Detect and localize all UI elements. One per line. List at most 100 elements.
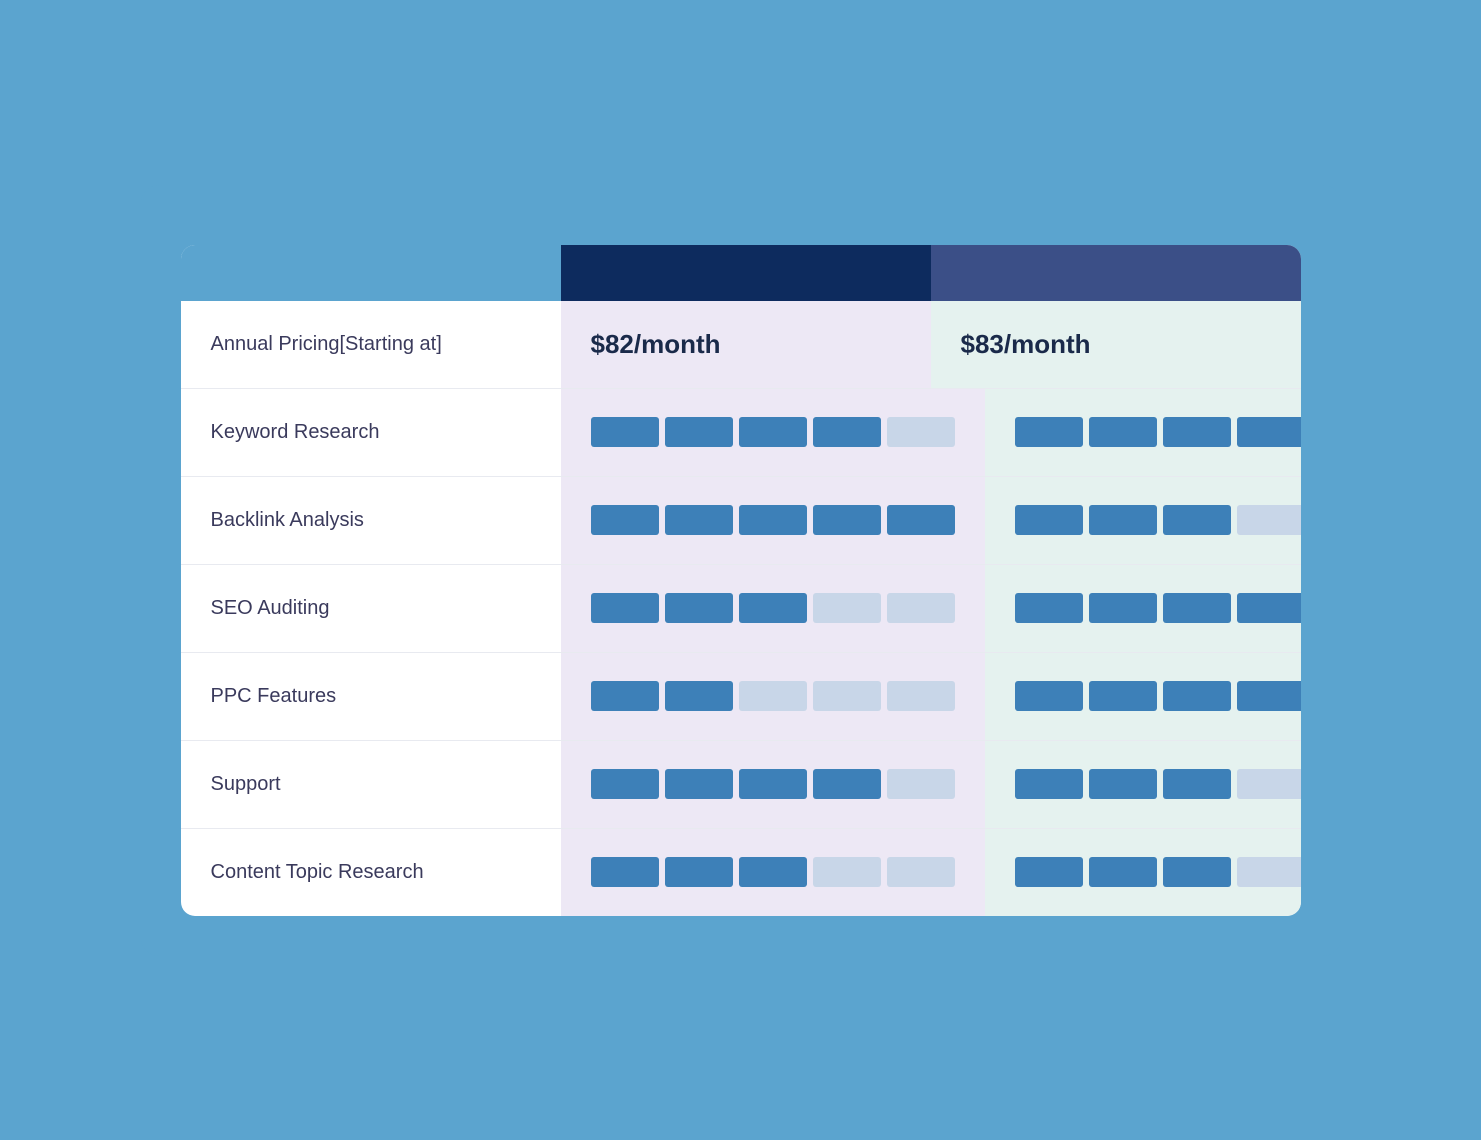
bar-empty-seg — [813, 681, 881, 711]
row-label-4: PPC Features — [181, 653, 561, 740]
bar-filled-seg — [1015, 417, 1083, 447]
bar-filled-seg — [1163, 593, 1231, 623]
ahrefs-cell-4 — [561, 653, 985, 740]
row-label-5: Support — [181, 741, 561, 828]
table-row: Annual Pricing[Starting at] $82/month $83/… — [181, 301, 1301, 389]
bar-group — [1015, 505, 1301, 535]
bar-filled-seg — [591, 857, 659, 887]
bar-filled-seg — [1163, 681, 1231, 711]
bar-filled-seg — [591, 593, 659, 623]
bar-empty-seg — [1237, 769, 1301, 799]
bar-filled-seg — [591, 681, 659, 711]
bar-filled-seg — [813, 417, 881, 447]
row-label-text: PPC Features — [211, 685, 337, 708]
ahrefs-cell-2 — [561, 477, 985, 564]
bar-group — [591, 505, 955, 535]
bar-empty-seg — [739, 681, 807, 711]
row-label-1: Keyword Research — [181, 389, 561, 476]
row-label-3: SEO Auditing — [181, 565, 561, 652]
bar-filled-seg — [665, 505, 733, 535]
bar-filled-seg — [591, 505, 659, 535]
table-row: PPC Features — [181, 653, 1301, 741]
row-label-6: Content Topic Research — [181, 829, 561, 916]
semrush-header — [931, 245, 1301, 301]
outer-container: Annual Pricing[Starting at] $82/month $83/… — [141, 185, 1341, 956]
bar-group — [591, 769, 955, 799]
table-row: Backlink Analysis — [181, 477, 1301, 565]
table-row: Keyword Research — [181, 389, 1301, 477]
bar-filled-seg — [591, 417, 659, 447]
bar-empty-seg — [887, 857, 955, 887]
ahrefs-cell-1 — [561, 389, 985, 476]
row-label-text: Content Topic Research — [211, 861, 424, 884]
bar-filled-seg — [665, 769, 733, 799]
semrush-cell-4 — [985, 653, 1301, 740]
bar-group — [1015, 857, 1301, 887]
row-label-0: Annual Pricing[Starting at] — [181, 301, 561, 388]
ahrefs-cell-6 — [561, 829, 985, 916]
ahrefs-cell-5 — [561, 741, 985, 828]
table-row: Support — [181, 741, 1301, 829]
bar-filled-seg — [1237, 593, 1301, 623]
bar-filled-seg — [887, 505, 955, 535]
bar-group — [1015, 769, 1301, 799]
header-spacer — [181, 245, 561, 301]
bar-filled-seg — [1163, 857, 1231, 887]
bar-empty-seg — [887, 593, 955, 623]
row-label-text: [Starting at] — [339, 333, 441, 356]
table-header — [181, 245, 1301, 301]
table-row: Content Topic Research — [181, 829, 1301, 916]
semrush-cell-6 — [985, 829, 1301, 916]
bar-empty-seg — [887, 417, 955, 447]
row-label-2: Backlink Analysis — [181, 477, 561, 564]
ahrefs-price: $82/month — [591, 329, 721, 360]
semrush-cell-2 — [985, 477, 1301, 564]
bar-filled-seg — [1015, 769, 1083, 799]
comparison-table: Annual Pricing[Starting at] $82/month $83/… — [181, 245, 1301, 916]
table-body: Annual Pricing[Starting at] $82/month $83/… — [181, 301, 1301, 916]
ahrefs-cell-3 — [561, 565, 985, 652]
bar-group — [591, 857, 955, 887]
bar-filled-seg — [739, 593, 807, 623]
bar-empty-seg — [1237, 505, 1301, 535]
row-label-text: SEO Auditing — [211, 597, 330, 620]
bar-empty-seg — [813, 857, 881, 887]
bar-filled-seg — [665, 681, 733, 711]
bar-group — [591, 593, 955, 623]
bar-filled-seg — [1015, 505, 1083, 535]
bar-filled-seg — [1089, 769, 1157, 799]
ahrefs-header — [561, 245, 931, 301]
bar-filled-seg — [1163, 417, 1231, 447]
bar-filled-seg — [813, 505, 881, 535]
semrush-cell-0: $83/month — [931, 301, 1301, 388]
bar-group — [591, 681, 955, 711]
bar-filled-seg — [1089, 417, 1157, 447]
bar-filled-seg — [813, 769, 881, 799]
bar-empty-seg — [813, 593, 881, 623]
bar-filled-seg — [739, 857, 807, 887]
bar-filled-seg — [1089, 593, 1157, 623]
row-label-text: Annual Pricing — [211, 333, 340, 356]
ahrefs-cell-0: $82/month — [561, 301, 931, 388]
bar-filled-seg — [1237, 417, 1301, 447]
bar-filled-seg — [1015, 593, 1083, 623]
bar-empty-seg — [887, 769, 955, 799]
bar-group — [1015, 593, 1301, 623]
semrush-cell-1 — [985, 389, 1301, 476]
bar-group — [1015, 417, 1301, 447]
bar-filled-seg — [1015, 681, 1083, 711]
bar-filled-seg — [739, 769, 807, 799]
row-label-text: Support — [211, 773, 281, 796]
semrush-price: $83/month — [961, 329, 1091, 360]
table-row: SEO Auditing — [181, 565, 1301, 653]
bar-filled-seg — [739, 505, 807, 535]
bar-filled-seg — [665, 593, 733, 623]
semrush-cell-5 — [985, 741, 1301, 828]
bar-filled-seg — [1237, 681, 1301, 711]
bar-filled-seg — [665, 857, 733, 887]
bar-filled-seg — [1163, 505, 1231, 535]
bar-filled-seg — [665, 417, 733, 447]
bar-empty-seg — [887, 681, 955, 711]
bar-filled-seg — [1089, 505, 1157, 535]
row-label-text: Backlink Analysis — [211, 509, 364, 532]
